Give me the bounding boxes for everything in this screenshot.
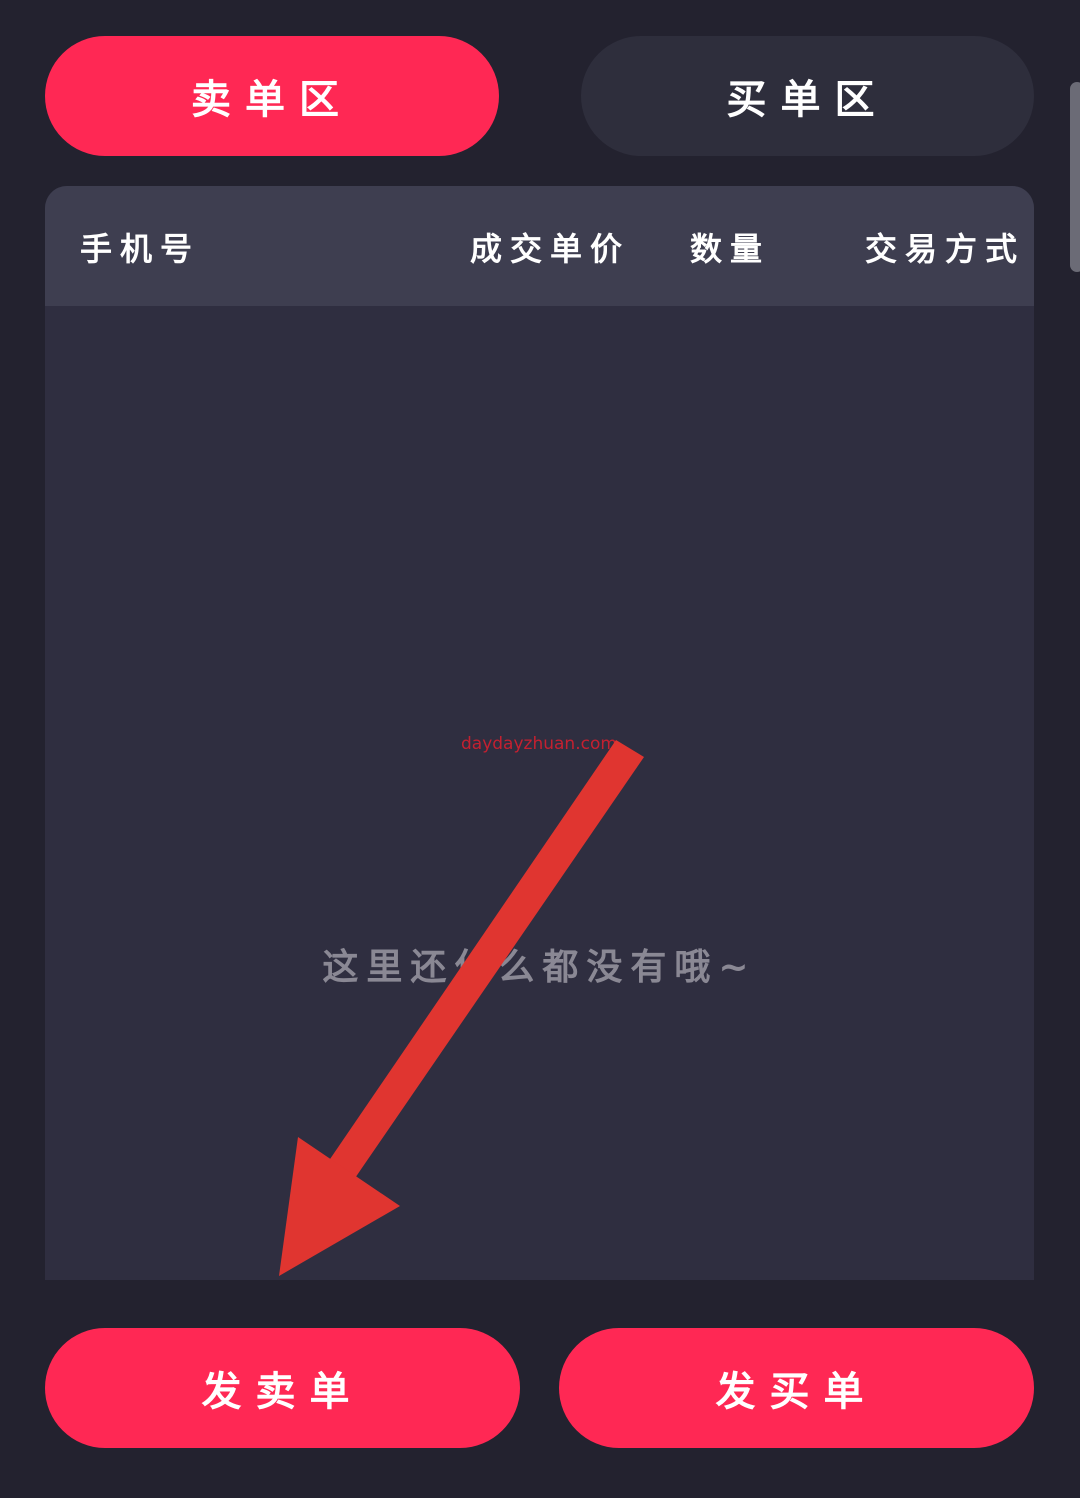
- post-sell-order-button[interactable]: 发卖单: [45, 1328, 520, 1448]
- orders-table: 手机号 成交单价 数量 交易方式 daydayzhuan.com 这里还什么都没…: [45, 186, 1034, 1280]
- tab-sell-zone-label: 卖单区: [191, 77, 353, 123]
- column-quantity: 数量: [690, 230, 771, 268]
- column-phone: 手机号: [80, 230, 201, 268]
- empty-state-message: 这里还什么都没有哦~: [322, 947, 757, 988]
- post-buy-order-button[interactable]: 发买单: [559, 1328, 1034, 1448]
- post-buy-order-label: 发买单: [715, 1369, 878, 1415]
- table-header: 手机号 成交单价 数量 交易方式: [45, 186, 1034, 306]
- column-unit-price: 成交单价: [470, 230, 631, 268]
- tab-buy-zone[interactable]: 买单区: [581, 36, 1034, 156]
- tab-sell-zone[interactable]: 卖单区: [45, 36, 499, 156]
- tab-buy-zone-label: 买单区: [726, 77, 889, 123]
- watermark: daydayzhuan.com: [461, 734, 617, 754]
- column-trade-method: 交易方式: [865, 230, 1026, 268]
- scrollbar-thumb[interactable]: [1070, 82, 1080, 272]
- post-sell-order-label: 发卖单: [201, 1369, 364, 1415]
